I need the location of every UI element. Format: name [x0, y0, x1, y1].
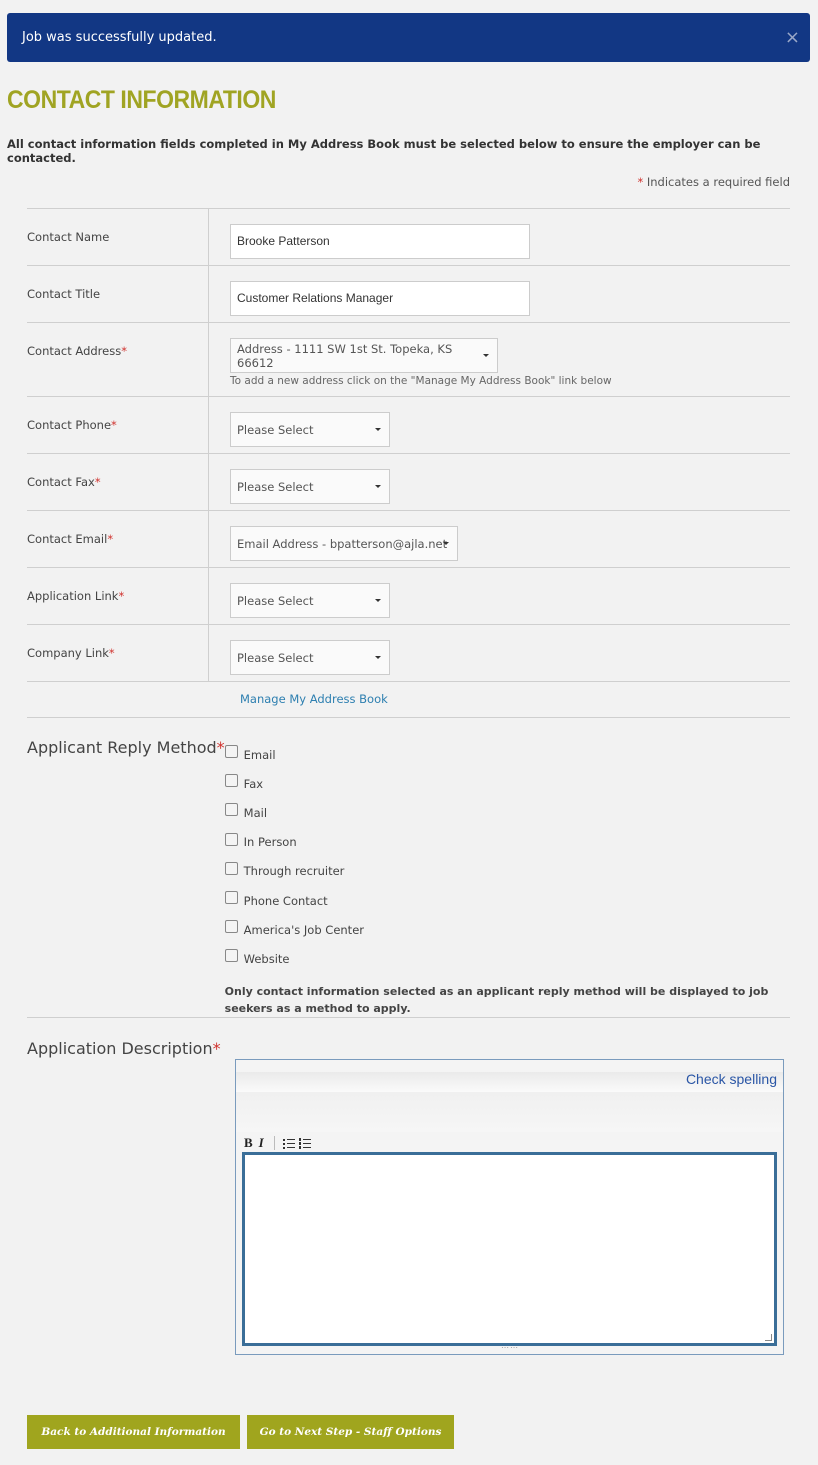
rich-text-editor: Check spelling B I ⋯⋯ — [235, 1059, 784, 1355]
chevron-down-icon — [375, 599, 381, 602]
contact-fax-select[interactable]: Please Select — [230, 469, 390, 504]
application-description-label: Application Description* — [27, 1039, 221, 1058]
company-link-label: Company Link* — [27, 625, 209, 681]
contact-phone-label: Contact Phone* — [27, 397, 209, 453]
check-spelling-link[interactable]: Check spelling — [686, 1071, 777, 1087]
checkbox[interactable] — [224, 803, 238, 817]
reply-option-job-center[interactable]: America's Job Center — [224, 915, 770, 944]
page-title: CONTACT INFORMATION — [7, 86, 276, 114]
contact-email-label: Contact Email* — [27, 511, 209, 567]
required-note-text: Indicates a required field — [646, 175, 790, 189]
chevron-down-icon — [443, 542, 449, 545]
checkbox[interactable] — [224, 832, 238, 846]
italic-button[interactable]: I — [259, 1135, 264, 1151]
reply-option-fax[interactable]: Fax — [224, 769, 770, 798]
row-contact-address: Contact Address* Address - 1111 SW 1st S… — [27, 322, 790, 396]
required-note: * Indicates a required field — [637, 175, 790, 189]
company-link-select[interactable]: Please Select — [230, 640, 390, 675]
contact-address-label: Contact Address* — [27, 323, 209, 396]
bold-button[interactable]: B — [244, 1135, 253, 1151]
success-alert: Job was successfully updated. × — [7, 13, 810, 62]
grip-icon[interactable]: ⋯⋯ — [501, 1343, 519, 1352]
contact-fax-label: Contact Fax* — [27, 454, 209, 510]
reply-method-note: Only contact information selected as an … — [224, 984, 769, 1015]
numbered-list-icon[interactable] — [298, 1137, 311, 1149]
address-hint: To add a new address click on the "Manag… — [230, 375, 612, 387]
contact-phone-value: Please Select — [237, 422, 314, 437]
row-contact-title: Contact Title Customer Relations Manager — [27, 265, 790, 322]
contact-phone-select[interactable]: Please Select — [230, 412, 390, 447]
contact-email-select[interactable]: Email Address - bpatterson@ajla.net — [230, 526, 458, 561]
reply-method-options: Email Fax Mail In Person Through recruit… — [224, 718, 770, 974]
reply-option-email[interactable]: Email — [224, 740, 770, 769]
description-textarea[interactable] — [242, 1152, 777, 1346]
bullet-list-icon[interactable] — [282, 1138, 295, 1149]
chevron-down-icon — [375, 656, 381, 659]
contact-name-label: Contact Name — [27, 209, 209, 265]
back-button[interactable]: Back to Additional Information — [27, 1415, 240, 1449]
alert-message: Job was successfully updated. — [22, 30, 217, 45]
row-company-link: Company Link* Please Select — [27, 624, 790, 681]
close-icon[interactable]: × — [785, 13, 800, 62]
reply-method-label: Applicant Reply Method* — [27, 738, 225, 757]
row-contact-name: Contact Name Brooke Patterson — [27, 208, 790, 265]
application-link-select[interactable]: Please Select — [230, 583, 390, 618]
checkbox[interactable] — [224, 949, 238, 963]
company-link-value: Please Select — [237, 650, 314, 665]
reply-option-in-person[interactable]: In Person — [224, 828, 770, 857]
row-contact-fax: Contact Fax* Please Select — [27, 453, 790, 510]
contact-title-input[interactable]: Customer Relations Manager — [230, 281, 530, 316]
manage-address-book-link[interactable]: Manage My Address Book — [240, 692, 388, 706]
chevron-down-icon — [375, 485, 381, 488]
reply-option-website[interactable]: Website — [224, 944, 770, 973]
checkbox[interactable] — [224, 920, 238, 934]
checkbox[interactable] — [224, 745, 238, 759]
checkbox[interactable] — [224, 774, 238, 788]
editor-toolbar: B I — [244, 1135, 315, 1151]
contact-email-value: Email Address - bpatterson@ajla.net — [237, 536, 448, 551]
required-star: * — [637, 175, 644, 189]
row-contact-email: Contact Email* Email Address - bpatterso… — [27, 510, 790, 567]
contact-address-select[interactable]: Address - 1111 SW 1st St. Topeka, KS 666… — [230, 338, 498, 373]
reply-option-phone[interactable]: Phone Contact — [224, 886, 770, 915]
checkbox[interactable] — [224, 891, 238, 905]
contact-address-value: Address - 1111 SW 1st St. Topeka, KS 666… — [237, 341, 453, 370]
contact-title-label: Contact Title — [27, 266, 209, 322]
row-application-link: Application Link* Please Select — [27, 567, 790, 624]
contact-fax-value: Please Select — [237, 479, 314, 494]
reply-option-mail[interactable]: Mail — [224, 798, 770, 827]
reply-option-recruiter[interactable]: Through recruiter — [224, 857, 770, 886]
application-link-label: Application Link* — [27, 568, 209, 624]
contact-name-input[interactable]: Brooke Patterson — [230, 224, 530, 259]
next-step-button[interactable]: Go to Next Step - Staff Options — [247, 1415, 454, 1449]
checkbox[interactable] — [224, 861, 238, 875]
chevron-down-icon — [483, 354, 489, 357]
manage-row: Manage My Address Book — [27, 681, 790, 717]
intro-text: All contact information fields completed… — [7, 137, 761, 165]
row-contact-phone: Contact Phone* Please Select — [27, 396, 790, 453]
application-link-value: Please Select — [237, 593, 314, 608]
row-reply-method: Applicant Reply Method* Email Fax Mail I… — [27, 717, 790, 1017]
resize-handle-icon[interactable] — [765, 1334, 772, 1341]
chevron-down-icon — [375, 428, 381, 431]
